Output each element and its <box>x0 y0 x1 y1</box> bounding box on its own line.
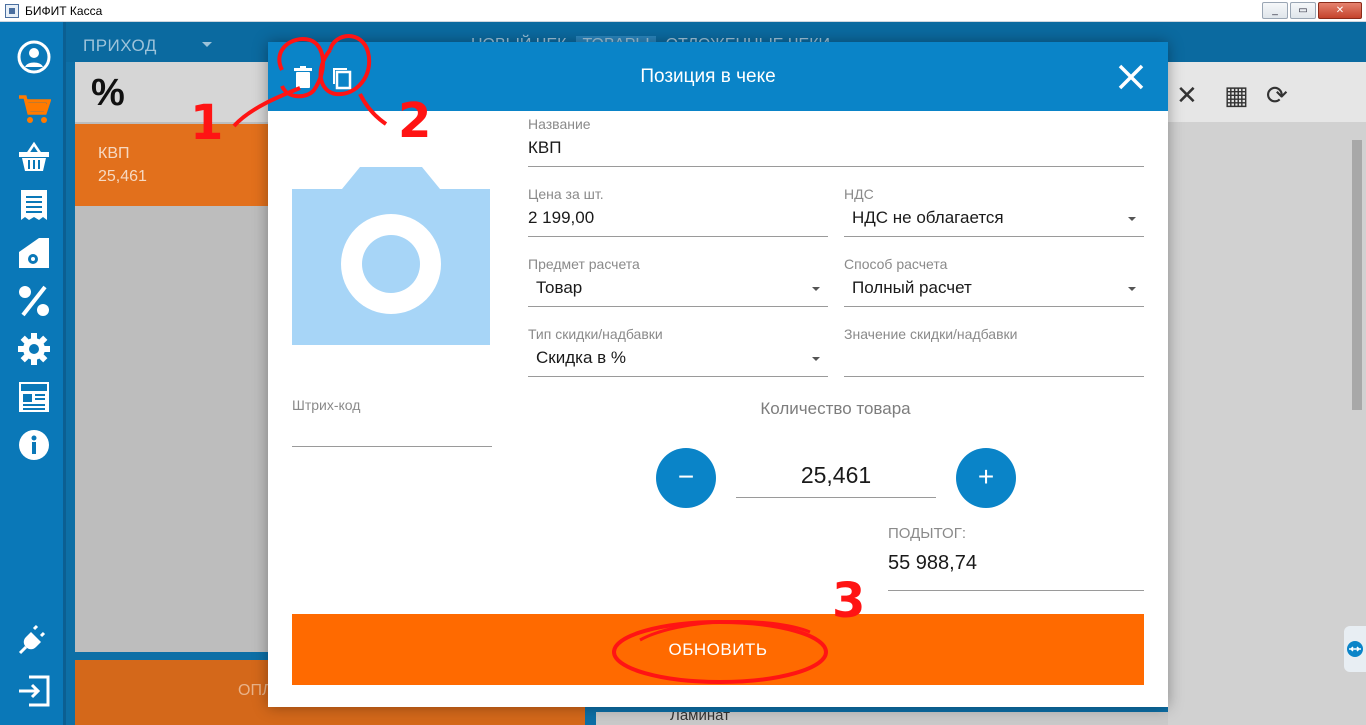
logout-icon[interactable] <box>17 674 51 708</box>
basket-icon[interactable] <box>17 140 51 174</box>
operation-mode-select[interactable]: ПРИХОД <box>83 36 157 56</box>
gear-icon[interactable] <box>17 332 51 366</box>
quantity-input[interactable]: 25,461 <box>736 456 936 498</box>
dropdown-arrow-icon <box>812 287 820 291</box>
dropdown-arrow-icon <box>812 357 820 361</box>
price-field[interactable]: Цена за шт. 2 199,00 <box>528 186 828 237</box>
subtotal-value: 55 988,74 <box>888 552 977 574</box>
discount-value-field[interactable]: Значение скидки/надбавки <box>844 326 1144 377</box>
dropdown-arrow-icon <box>1128 287 1136 291</box>
payment-subject-select[interactable]: Предмет расчета Товар <box>528 256 828 307</box>
search-row: ✕ ▦ ⟳ <box>1168 62 1366 122</box>
discount-type-label: Тип скидки/надбавки <box>528 326 663 342</box>
news-icon[interactable] <box>17 380 51 414</box>
barcode-label: Штрих-код <box>292 397 361 413</box>
product-list-item[interactable]: Ламинат <box>596 712 1168 725</box>
products-panel: ✕ ▦ ⟳ <box>1168 62 1366 725</box>
receipt-item-qty: 25,461 <box>98 168 147 185</box>
discount-value-input[interactable] <box>844 348 1144 372</box>
increase-quantity-button[interactable]: + <box>956 448 1016 508</box>
annotation-number-1: 1 <box>190 95 224 151</box>
payment-method-select[interactable]: Способ расчета Полный расчет <box>844 256 1144 307</box>
document-gear-icon[interactable] <box>17 236 51 270</box>
info-icon[interactable] <box>17 428 51 462</box>
dropdown-arrow-icon <box>1128 217 1136 221</box>
remote-assist-tab[interactable] <box>1344 626 1366 672</box>
payment-subject-value: Товар <box>536 278 583 297</box>
window-titlebar: БИФИТ Касса _ ▭ ✕ <box>0 0 1366 22</box>
cart-icon[interactable] <box>17 92 51 126</box>
discount-type-select[interactable]: Тип скидки/надбавки Скидка в % <box>528 326 828 377</box>
maximize-button[interactable]: ▭ <box>1290 2 1316 19</box>
receipt-item[interactable]: КВП 25,461 <box>75 124 275 206</box>
vat-value: НДС не облагается <box>852 208 1004 227</box>
barcode-input[interactable] <box>292 419 492 443</box>
payment-method-label: Способ расчета <box>844 256 948 272</box>
camera-icon[interactable] <box>292 167 490 345</box>
dialog-title: Позиция в чеке <box>640 66 776 87</box>
discount-type-value: Скидка в % <box>536 348 626 367</box>
price-input[interactable]: 2 199,00 <box>528 208 828 232</box>
update-button[interactable]: ОБНОВИТЬ <box>292 614 1144 685</box>
name-label: Название <box>528 116 591 132</box>
quantity-label: Количество товара <box>760 399 911 418</box>
window-title: БИФИТ Касса <box>25 3 103 18</box>
grid-view-icon[interactable]: ▦ <box>1224 80 1249 111</box>
chevron-down-icon <box>202 42 212 47</box>
name-field[interactable]: Название КВП <box>528 116 1144 167</box>
discount-value-label: Значение скидки/надбавки <box>844 326 1018 342</box>
plug-icon[interactable] <box>17 622 51 656</box>
refresh-icon[interactable]: ⟳ <box>1266 80 1288 111</box>
remote-assist-icon <box>1347 641 1363 657</box>
discount-button[interactable]: % <box>91 72 125 115</box>
close-icon[interactable] <box>1116 62 1146 92</box>
subtotal-label: ПОДЫТОГ: <box>888 525 967 542</box>
payment-method-value: Полный расчет <box>852 278 972 297</box>
annotation-number-3: 3 <box>832 573 866 629</box>
receipt-icon[interactable] <box>17 188 51 222</box>
receipt-item-name: КВП <box>98 145 130 162</box>
price-label: Цена за шт. <box>528 186 604 202</box>
subtotal-field: ПОДЫТОГ: 55 988,74 <box>888 525 1144 591</box>
product-list-item-name: Ламинат <box>670 712 731 724</box>
clear-search-icon[interactable]: ✕ <box>1176 80 1198 111</box>
percent-icon[interactable] <box>17 284 51 318</box>
window-controls: _ ▭ ✕ <box>1262 2 1362 19</box>
annotation-number-2: 2 <box>398 93 432 149</box>
vat-label: НДС <box>844 186 874 202</box>
products-scrollbar[interactable] <box>1352 140 1362 410</box>
barcode-field[interactable]: Штрих-код <box>292 397 492 447</box>
decrease-quantity-button[interactable]: − <box>656 448 716 508</box>
user-circle-icon[interactable] <box>17 40 51 74</box>
minimize-button[interactable]: _ <box>1262 2 1288 19</box>
app-icon <box>5 3 19 18</box>
payment-subject-label: Предмет расчета <box>528 256 640 272</box>
name-input[interactable]: КВП <box>528 138 1144 162</box>
vat-select[interactable]: НДС НДС не облагается <box>844 186 1144 237</box>
close-window-button[interactable]: ✕ <box>1318 2 1362 19</box>
sidebar <box>0 22 66 725</box>
